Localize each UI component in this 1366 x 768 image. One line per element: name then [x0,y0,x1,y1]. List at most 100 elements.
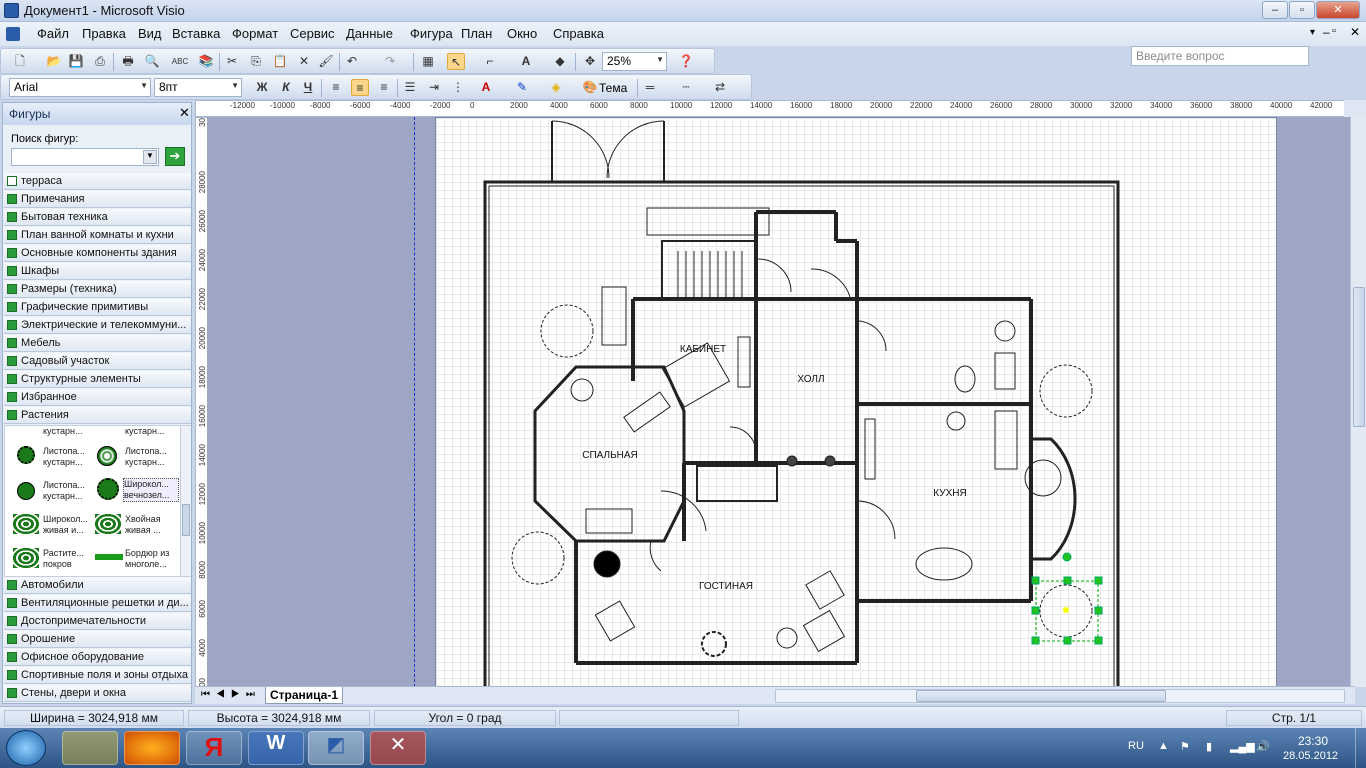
stencil-3[interactable]: Бытовая техника [4,209,191,226]
start-button-icon[interactable] [6,730,46,766]
text-block-icon[interactable]: ☰ [401,79,419,96]
powerpoint-icon[interactable]: ✕ [370,731,426,765]
shrub-icon[interactable] [17,446,35,464]
help-dropdown-icon[interactable]: ▾ [1310,27,1315,38]
stencil-7[interactable]: Размеры (техника) [4,281,191,298]
stencil-11[interactable]: Садовый участок [4,353,191,370]
print-icon[interactable]: 🖶 [119,53,137,70]
align-left-icon[interactable]: ≡ [327,79,345,96]
stencil-bottom-6[interactable]: Спортивные поля и зоны отдыха [4,667,191,684]
shape-item[interactable]: Широкол... вечнозел... [123,478,179,502]
underline-button[interactable]: Ч [299,79,317,96]
stencil-bottom-4[interactable]: Орошение [4,631,191,648]
horizontal-ruler[interactable]: -12000 -10000 -8000 -6000 -4000 -2000 0 2000 400… [195,100,1366,117]
selection-handles[interactable] [1031,552,1103,645]
border-plant-icon[interactable] [95,554,123,560]
hedge-icon[interactable] [13,514,39,534]
show-desktop-button[interactable] [1355,728,1366,768]
save-icon[interactable]: 💾 [67,53,85,70]
hedge-icon[interactable] [95,514,121,534]
tray-arrow-icon[interactable]: ▲ [1158,740,1169,752]
document-icon[interactable] [6,27,20,41]
stencil-bottom-5[interactable]: Офисное оборудование [4,649,191,666]
menu-format[interactable]: Формат [232,26,278,41]
close-panel-icon[interactable]: ✕ [179,105,190,121]
stencil-14[interactable]: Растения [4,407,191,424]
shape-item[interactable]: Растите... покров [43,548,93,570]
help-search-input[interactable]: Введите вопрос [1131,46,1309,66]
stencil-9[interactable]: Электрические и телекоммуни... [4,317,191,334]
shape-search-input[interactable]: ▼ [11,148,159,166]
menu-data[interactable]: Данные [346,26,393,41]
copy-icon[interactable]: ⎘ [247,53,265,70]
device-icon[interactable]: ▮ [1206,740,1212,753]
preview-icon[interactable]: 🔍 [143,53,161,70]
floor-plan[interactable]: КАБИНЕТ ХОЛЛ СПАЛЬНАЯ КУХНЯ ГОСТИНАЯ [436,118,1278,688]
align-right-icon[interactable]: ≡ [375,79,393,96]
print-preview-icon[interactable]: ⎙ [91,53,109,70]
doc-minimize-button[interactable]: – [1323,25,1330,39]
format-painter-icon[interactable]: 🖌 [317,53,335,70]
visio-app-icon[interactable] [4,3,19,18]
line-weight-icon[interactable]: ═ [641,79,659,96]
bold-button[interactable]: Ж [253,79,271,96]
shape-item[interactable]: Широкол... живая и... [43,514,93,536]
help-icon[interactable]: ❓ [677,53,695,70]
stencil-8[interactable]: Графические примитивы [4,299,191,316]
draw-tool-icon[interactable]: ◆ [551,53,569,70]
open-icon[interactable]: 📂 [45,53,63,70]
search-go-button[interactable]: ➔ [165,147,185,166]
menu-service[interactable]: Сервис [290,26,335,41]
font-size-combo[interactable]: 8пт ▼ [154,78,242,97]
shrub-icon[interactable] [97,446,117,466]
research-icon[interactable]: 📚 [197,53,215,70]
shrub-icon[interactable] [17,482,35,500]
stencil-1[interactable]: терраса [4,173,191,190]
redo-icon[interactable]: ↷ [381,53,399,70]
stencil-2[interactable]: Примечания [4,191,191,208]
tab-page-1[interactable]: Страница-1 [265,687,343,704]
text-tool-icon[interactable]: A [517,53,535,70]
shape-item[interactable]: Листопа... кустарн... [125,446,180,468]
stencil-10[interactable]: Мебель [4,335,191,352]
shape-item[interactable]: кустарн... [125,426,164,437]
stencil-4[interactable]: План ванной комнаты и кухни [4,227,191,244]
line-color-icon[interactable]: ✎ [513,79,531,96]
new-icon[interactable]: 🗋 [11,53,29,70]
minimize-button[interactable]: – [1262,1,1288,19]
menu-view[interactable]: Вид [138,26,162,41]
shape-item[interactable]: Листопа... кустарн... [43,480,93,502]
font-combo[interactable]: Arial ▼ [9,78,151,97]
shrub-icon[interactable] [97,478,119,500]
stencil-6[interactable]: Шкафы [4,263,191,280]
menu-file[interactable]: Файл [37,26,69,41]
paste-icon[interactable]: 📋 [271,53,289,70]
chevron-down-icon[interactable]: ▼ [143,150,157,164]
undo-icon[interactable]: ↶ [343,53,361,70]
delete-icon[interactable]: ✕ [295,53,313,70]
guide-line[interactable] [414,117,415,687]
stencil-bottom-2[interactable]: Вентиляционные решетки и ди... [4,595,191,612]
taskbar-app-icon[interactable] [62,731,118,765]
maximize-button[interactable]: ▫ [1289,1,1315,19]
menu-shape[interactable]: Фигура [410,26,453,41]
theme-icon[interactable]: 🎨 [581,79,599,96]
cut-icon[interactable]: ✂ [223,53,241,70]
stencil-5[interactable]: Основные компоненты здания [4,245,191,262]
vertical-scrollbar[interactable] [1350,117,1366,687]
line-ends-icon[interactable]: ⇄ [711,79,729,96]
theme-button[interactable]: Тема [599,81,627,95]
yandex-icon[interactable]: Я [186,731,242,765]
menu-help[interactable]: Справка [553,26,604,41]
bullets-icon[interactable]: ⋮ [449,79,467,96]
close-button[interactable]: ✕ [1316,1,1360,19]
language-indicator[interactable]: RU [1128,740,1144,752]
shape-item[interactable]: Хвойная живая ... [125,514,175,536]
shape-item[interactable]: Бордюр из многоле... [125,548,175,570]
pointer-tool-icon[interactable]: ↖ [447,53,465,70]
drawing-page[interactable]: КАБИНЕТ ХОЛЛ СПАЛЬНАЯ КУХНЯ ГОСТИНАЯ [435,117,1278,688]
stencil-scrollbar[interactable] [180,426,191,576]
shape-item[interactable]: кустарн... [43,426,82,437]
clock-time[interactable]: 23:30 [1298,734,1328,748]
stencil-bottom-3[interactable]: Достопримечательности [4,613,191,630]
